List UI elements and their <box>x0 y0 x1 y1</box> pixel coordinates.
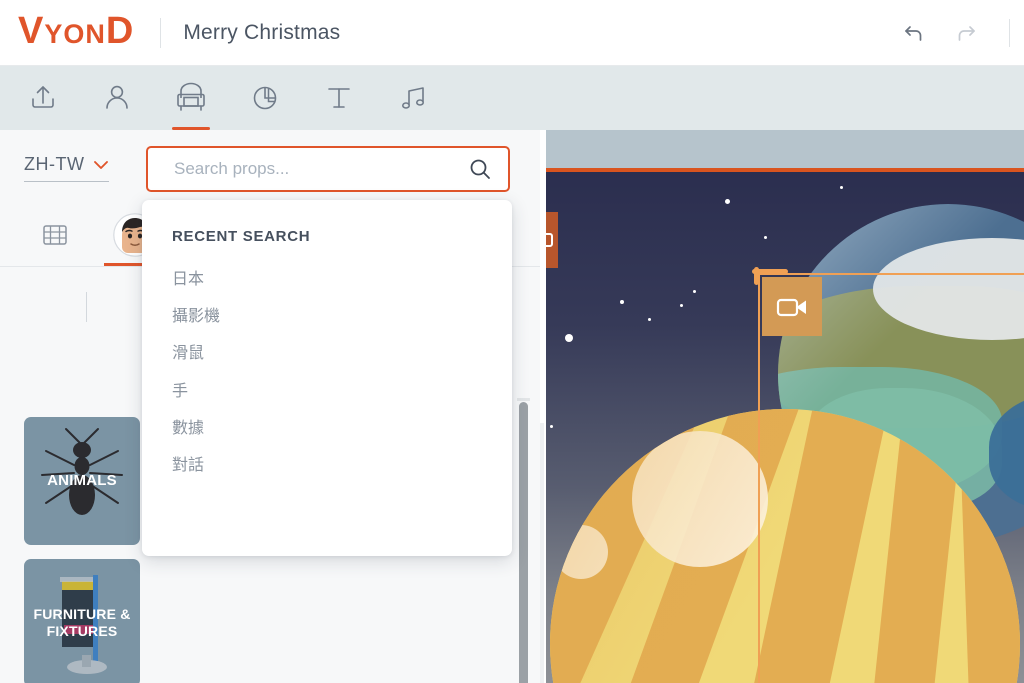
star <box>550 425 553 428</box>
star <box>840 186 843 189</box>
star <box>648 318 651 321</box>
logo-char-v: V <box>18 10 45 52</box>
header-right-divider <box>1009 18 1010 47</box>
recent-search-item[interactable]: 數據 <box>142 410 512 447</box>
chevron-down-icon <box>94 160 109 169</box>
language-value: ZH-TW <box>24 154 85 174</box>
toolbar-item-text[interactable] <box>318 66 360 130</box>
search-input[interactable] <box>174 159 468 179</box>
app-header: V Y O N D Merry Christmas <box>0 0 1024 66</box>
recent-search-list: 日本 攝影機 滑鼠 手 數據 對話 <box>142 261 512 484</box>
recent-search-item[interactable]: 手 <box>142 373 512 410</box>
toolbar-item-charts[interactable] <box>244 66 286 130</box>
vyond-logo[interactable]: V Y O N D <box>18 12 134 53</box>
library-scrollbar[interactable] <box>519 402 528 683</box>
film-grid-icon <box>43 225 67 245</box>
toolbar-item-characters[interactable] <box>96 66 138 130</box>
header-divider <box>160 17 162 48</box>
star <box>764 236 767 239</box>
scene-top-border <box>540 168 1024 172</box>
pie-chart-icon <box>253 86 277 110</box>
star <box>693 290 696 293</box>
stage-left-edge-lower <box>540 423 544 683</box>
prop-category-label: ANIMALS <box>47 471 117 489</box>
main-toolbar <box>0 66 1024 130</box>
prop-category-furniture-fixtures[interactable]: FURNITURE & FIXTURES <box>24 559 140 683</box>
redo-button[interactable] <box>953 20 979 46</box>
vyond-editor-window: V Y O N D Merry Christmas ZH-TW ANIMALS … <box>0 0 1024 683</box>
redo-arrow-icon <box>958 25 975 41</box>
recent-search-item[interactable]: 滑鼠 <box>142 335 512 372</box>
scrollbar-track-top <box>517 398 530 401</box>
recent-search-item[interactable]: 對話 <box>142 447 512 484</box>
search-props-box[interactable] <box>146 146 510 192</box>
star <box>620 300 624 304</box>
logo-char-n: N <box>85 19 106 49</box>
sidebar-item-scenes[interactable] <box>32 204 78 266</box>
prop-category-animals[interactable]: ANIMALS <box>24 417 140 545</box>
video-camera-icon <box>776 298 806 316</box>
undo-arrow-icon <box>905 25 922 41</box>
logo-char-o: O <box>63 19 86 49</box>
undo-button[interactable] <box>901 20 927 46</box>
search-icon[interactable] <box>468 157 492 181</box>
text-t-icon <box>328 88 350 108</box>
person-icon <box>106 85 128 109</box>
scrollbar-thumb[interactable] <box>519 402 528 683</box>
project-title[interactable]: Merry Christmas <box>183 21 340 45</box>
armchair-icon <box>177 82 205 111</box>
toolbar-item-props[interactable] <box>170 66 212 130</box>
logo-char-d: D <box>105 10 135 52</box>
recent-search-title: RECENT SEARCH <box>172 228 311 245</box>
star <box>680 304 683 307</box>
recent-search-item[interactable]: 攝影機 <box>142 298 512 335</box>
language-selector[interactable]: ZH-TW <box>24 154 110 182</box>
recent-search-item[interactable]: 日本 <box>142 261 512 298</box>
star <box>565 334 573 342</box>
music-note-icon <box>402 87 424 109</box>
prop-category-label: FURNITURE & FIXTURES <box>33 605 131 639</box>
toolbar-item-audio[interactable] <box>392 66 434 130</box>
resize-handle-top[interactable] <box>752 269 788 274</box>
selection-frame[interactable] <box>752 267 1024 683</box>
scene-artwork <box>540 170 1024 683</box>
scene-canvas[interactable] <box>540 130 1024 683</box>
toolbar-item-upload[interactable] <box>22 66 64 130</box>
logo-char-y: Y <box>44 19 64 49</box>
upload-icon <box>32 86 54 108</box>
recent-search-dropdown: RECENT SEARCH 日本 攝影機 滑鼠 手 數據 對話 <box>142 200 512 556</box>
header-actions <box>901 18 1024 47</box>
camera-badge[interactable] <box>762 277 822 336</box>
star <box>725 199 730 204</box>
